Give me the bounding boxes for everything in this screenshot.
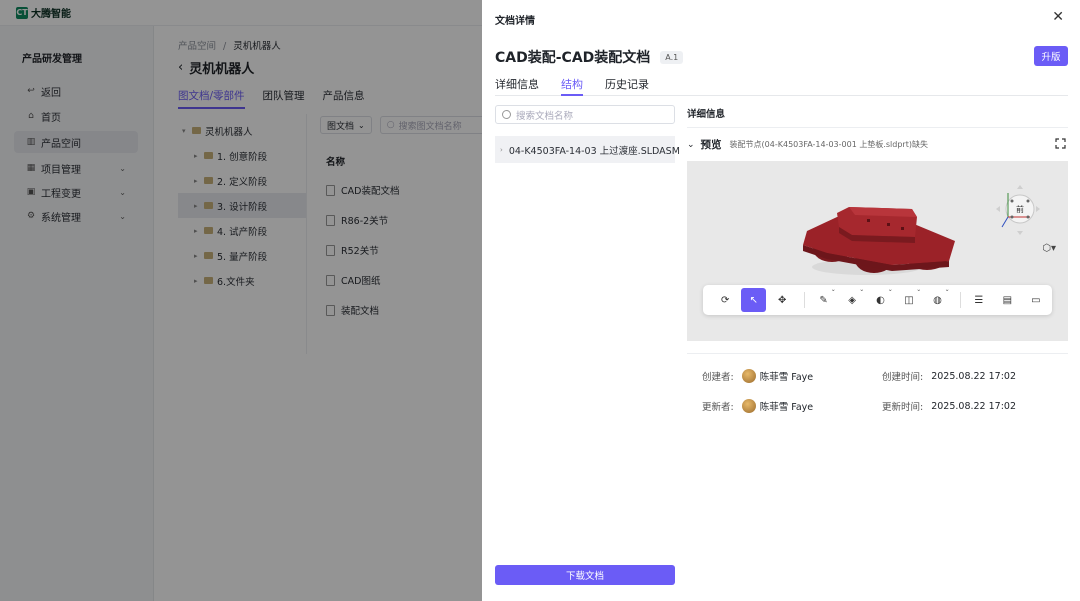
divider [687, 127, 1068, 128]
structure-search-placeholder: 搜索文档名称 [516, 110, 574, 122]
structure-search-input[interactable]: 搜索文档名称 [495, 105, 675, 124]
select-pointer-icon[interactable]: ↖ [741, 288, 766, 312]
document-detail-drawer: 文档详情 ✕ CAD装配-CAD装配文档 A.1 升版 详细信息 结构 历史记录… [482, 0, 1080, 601]
tab-details[interactable]: 详细信息 [495, 76, 539, 96]
view-cube-icon[interactable]: 前 [994, 179, 1042, 239]
chevron-down-icon: ⌄ [944, 286, 950, 293]
structure-tree-icon[interactable]: ☰ [967, 288, 991, 312]
split-view-glyph: ◫ [904, 294, 914, 306]
drawer-header: 文档详情 [495, 16, 535, 27]
fullscreen-icon[interactable] [1055, 138, 1066, 149]
viewer-toolbar: ⟳ ↖ ✥ ✎ ⌄ ◈ ⌄ ◐ ⌄ ◫ ⌄ ◍ ⌄ ☰ ▤ ▭ [703, 285, 1052, 315]
close-icon[interactable]: ✕ [1052, 9, 1064, 25]
search-icon [502, 110, 511, 119]
drawer-tabs: 详细信息 结构 历史记录 [495, 76, 1068, 96]
updater-label: 更新者: [702, 402, 734, 413]
comment-icon[interactable]: ▭ [1024, 288, 1048, 312]
document-title-text: CAD装配-CAD装配文档 [495, 50, 651, 66]
updated-time-label: 更新时间: [882, 402, 924, 413]
avatar [741, 399, 756, 413]
missing-part-warning: 装配节点(04-K4503FA-14-03-001 上垫板.sldprt)缺失 [729, 140, 928, 149]
reset-view-icon[interactable]: ⟳ [713, 288, 737, 312]
updated-time-field: 更新时间: 2025.08.22 17:02 [882, 399, 1016, 414]
explode-icon[interactable]: ◐ ⌄ [868, 286, 893, 312]
chevron-down-icon: ⌄ [916, 286, 922, 293]
properties-icon[interactable]: ▤ [995, 288, 1019, 312]
divider [687, 353, 1068, 354]
updater-field: 更新者: 陈菲雪 Faye [702, 399, 813, 413]
created-time-value: 2025.08.22 17:02 [931, 370, 1016, 382]
document-title: CAD装配-CAD装配文档 A.1 [495, 47, 684, 67]
render-mode-icon[interactable]: ◍ ⌄ [925, 286, 950, 312]
chevron-down-icon: ⌄ [830, 286, 836, 293]
created-time-label: 创建时间: [882, 372, 924, 383]
chevron-down-icon: ⌄ [687, 139, 695, 150]
view-mode-icon[interactable]: ⬡▾ [1042, 243, 1056, 254]
structure-tree-node-label: 04-K4503FA-14-03 上过渡座.SLDASM [508, 145, 680, 157]
updated-time-value: 2025.08.22 17:02 [931, 400, 1016, 412]
upgrade-version-button[interactable]: 升版 [1034, 46, 1068, 66]
preview-title: 预览 [700, 139, 722, 151]
creator-label: 创建者: [702, 372, 734, 383]
version-badge: A.1 [660, 50, 684, 64]
split-view-icon[interactable]: ◫ ⌄ [897, 286, 922, 312]
tab-structure[interactable]: 结构 [561, 76, 583, 96]
detail-section-title: 详细信息 [687, 109, 726, 120]
download-document-button[interactable]: 下载文档 [495, 565, 675, 585]
measure-glyph: ✎ [819, 294, 828, 306]
view-cube-face: 前 [1016, 204, 1024, 214]
toolbar-divider [804, 292, 806, 308]
explode-glyph: ◐ [876, 294, 885, 306]
structure-tree-node[interactable]: › 04-K4503FA-14-03 上过渡座.SLDASM [495, 136, 680, 163]
created-time-field: 创建时间: 2025.08.22 17:02 [882, 369, 1016, 384]
chevron-down-icon: ⌄ [887, 286, 893, 293]
3d-model-viewer[interactable]: 前 ⬡▾ ⟳ ↖ ✥ ✎ ⌄ ◈ ⌄ ◐ ⌄ ◫ ⌄ ◍ ⌄ ☰ ▤ ▭ [687, 161, 1068, 341]
render-mode-glyph: ◍ [933, 294, 942, 306]
preview-header[interactable]: ⌄ 预览 装配节点(04-K4503FA-14-03-001 上垫板.sldpr… [687, 137, 928, 152]
caret-right-icon[interactable]: › [500, 146, 503, 154]
toolbar-divider [959, 292, 961, 308]
tab-history[interactable]: 历史记录 [605, 76, 649, 96]
section-icon[interactable]: ◈ ⌄ [840, 286, 865, 312]
chevron-down-icon: ⌄ [859, 286, 865, 293]
measure-icon[interactable]: ✎ ⌄ [811, 286, 836, 312]
avatar [741, 369, 756, 383]
modal-overlay[interactable] [0, 0, 482, 601]
creator-field: 创建者: 陈菲雪 Faye [702, 369, 813, 383]
section-glyph: ◈ [848, 294, 856, 306]
updater-name: 陈菲雪 Faye [759, 402, 814, 413]
move-icon[interactable]: ✥ [770, 288, 794, 312]
creator-name: 陈菲雪 Faye [759, 372, 814, 383]
